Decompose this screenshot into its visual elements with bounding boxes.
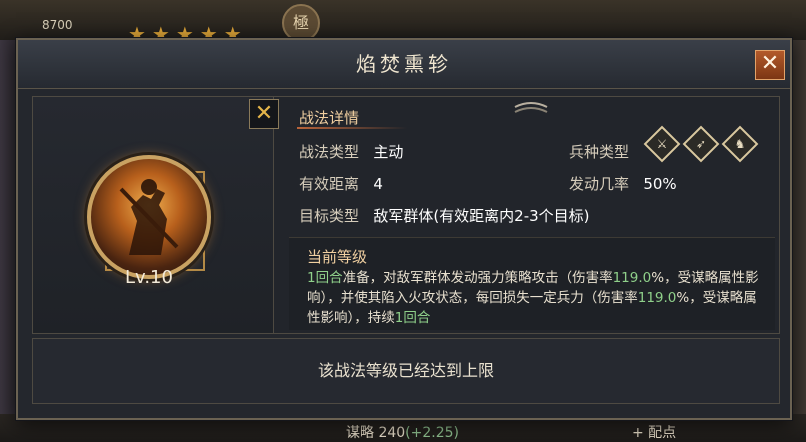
trigger-rate-label: 发动几率 [569,175,630,193]
tactic-description: 1回合准备，对敌军群体发动强力策略攻击（伤害率119.0%，受谋略属性影响），并… [307,268,765,328]
tactic-type-value: 主动 [373,143,404,161]
tactic-info-panel: Lv.10 ✕ 战法详情 战法类型 主动 有效距离 4 目标类型 敌军群体(有效… [32,96,780,334]
target-label: 目标类型 [299,207,360,225]
troop-type-label: 兵种类型 [569,143,630,161]
target-row: 目标类型 敌军群体(有效距离内2-3个目标) [299,205,590,226]
range-row: 有效距离 4 [299,173,383,194]
spear-troop-icon: ⚔ [643,125,681,163]
range-value: 4 [373,175,383,193]
troop-icons: ⚔ ➶ ♞ [643,125,761,163]
section-underline [297,127,407,129]
tactic-details: 战法详情 战法类型 主动 有效距离 4 目标类型 敌军群体(有效距离内2-3个目… [285,97,779,333]
cavalry-troop-icon: ♞ [721,125,759,163]
archer-troop-icon: ➶ [682,125,720,163]
trigger-rate-value: 50% [643,175,677,193]
background-emblem: 極 [282,4,320,42]
assign-points-button[interactable]: + 配点 [632,422,676,442]
desc-damage-rate-1: 119.0 [612,270,652,286]
tactic-type-row: 战法类型 主动 [299,141,403,162]
stat-label: 谋略 240 [346,425,406,441]
background-stat: 谋略 240(+2.25) [346,422,459,442]
background-score: 8700 [42,18,73,32]
chevron-up-icon[interactable] [511,99,551,113]
trigger-rate-row: 发动几率 50% [569,173,677,194]
troop-type-row: 兵种类型 [569,141,629,162]
stat-bonus: (+2.25) [405,425,459,441]
target-value: 敌军群体(有效距离内2-3个目标) [373,207,590,225]
desc-text-1: 准备，对敌军群体发动强力策略攻击（伤害率 [342,270,613,286]
max-level-notice: 该战法等级已经达到上限 [32,338,780,404]
max-level-text: 该战法等级已经达到上限 [317,361,494,380]
current-level-box: 当前等级 1回合准备，对敌军群体发动强力策略攻击（伤害率119.0%，受谋略属性… [289,237,775,330]
desc-rounds: 1回合 [307,270,343,286]
tactic-dialog: 焰焚熏轸 ✕ Lv.10 ✕ 战法详情 战法类型 主动 有效距离 4 目标类型 … [16,38,792,420]
desc-duration: 1回合 [394,310,431,326]
current-level-title: 当前等级 [307,248,368,266]
tactic-type-label: 战法类型 [299,143,360,161]
background-top-bar [0,0,806,40]
collapse-button[interactable]: ✕ [249,99,279,129]
portrait-panel: Lv.10 [33,97,274,333]
tactic-icon [87,155,211,279]
dialog-title: 焰焚熏轸 [356,52,452,76]
warrior-silhouette-icon [119,179,179,255]
level-badge: Lv.10 [125,267,173,288]
dialog-close-button[interactable]: ✕ [755,50,785,80]
range-label: 有效距离 [299,175,360,193]
desc-damage-rate-2: 119.0 [637,290,677,306]
